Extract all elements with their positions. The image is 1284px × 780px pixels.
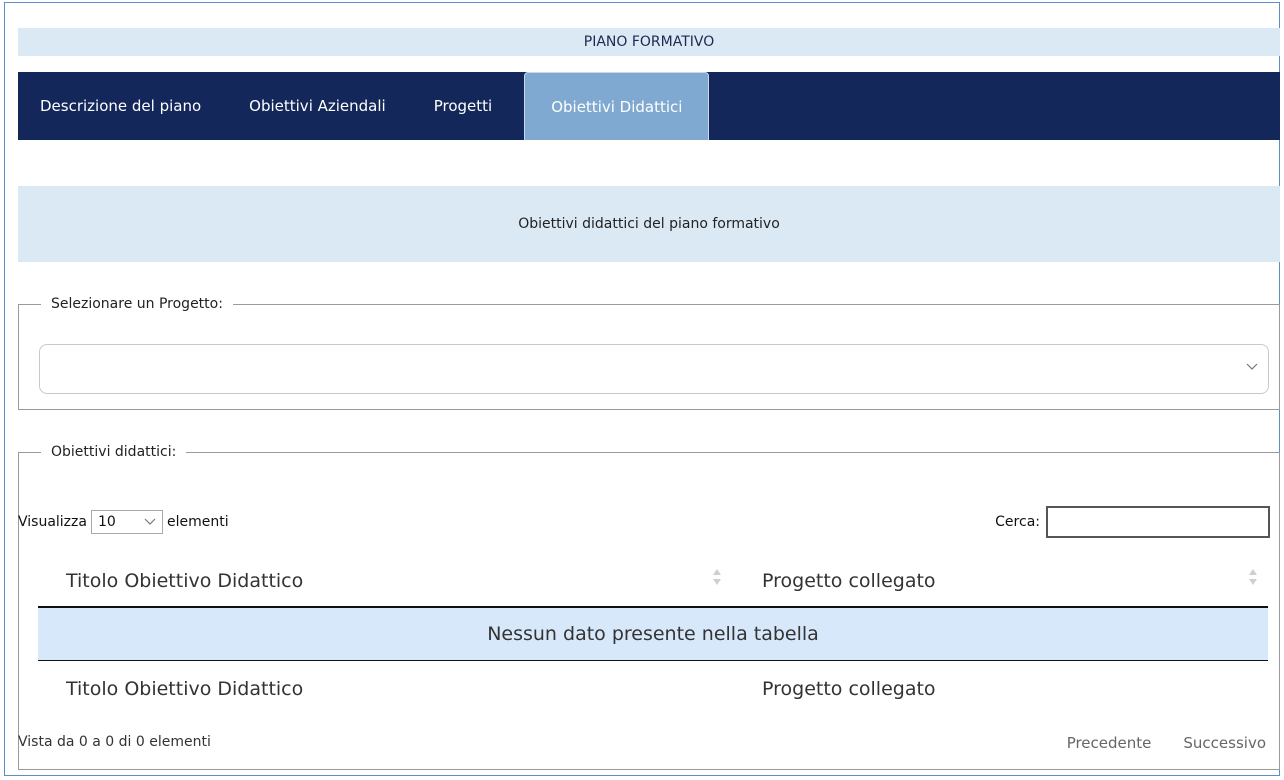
chevron-down-icon: [1246, 359, 1258, 375]
column-header-progetto[interactable]: Progetto collegato: [762, 570, 936, 592]
page-length-prefix: Visualizza: [18, 514, 87, 530]
page-length-suffix: elementi: [166, 514, 229, 530]
table-empty-row: Nessun dato presente nella tabella: [38, 608, 1268, 660]
table-footer-row: Titolo Obiettivo Didattico Progetto coll…: [38, 668, 1268, 714]
table-search: Cerca:: [995, 506, 1270, 538]
table-footer-divider: [38, 660, 1268, 661]
footer-column-titolo: Titolo Obiettivo Didattico: [66, 678, 304, 700]
tab-progetti[interactable]: Progetti: [412, 72, 518, 140]
page-length-select[interactable]: 10: [90, 510, 163, 534]
goals-legend: Obiettivi didattici:: [51, 444, 177, 460]
tab-descrizione-del-piano[interactable]: Descrizione del piano: [18, 72, 227, 140]
tab-bar: Descrizione del piano Obiettivi Aziendal…: [18, 72, 1280, 140]
table-info: Vista da 0 a 0 di 0 elementi: [18, 734, 211, 750]
page-length-control: Visualizza 10 elementi: [18, 510, 229, 534]
pagination: Precedente Successivo: [1067, 734, 1266, 752]
next-button[interactable]: Successivo: [1183, 734, 1266, 752]
chevron-down-icon: [144, 515, 156, 529]
project-legend: Selezionare un Progetto:: [51, 296, 223, 312]
sort-both-icon[interactable]: [1248, 568, 1258, 586]
page-title: PIANO FORMATIVO: [18, 28, 1280, 56]
project-fieldset: Selezionare un Progetto:: [18, 296, 1280, 410]
project-select[interactable]: [39, 344, 1269, 394]
sort-both-icon[interactable]: [712, 568, 722, 586]
tab-obiettivi-aziendali[interactable]: Obiettivi Aziendali: [227, 72, 412, 140]
previous-button[interactable]: Precedente: [1067, 734, 1152, 752]
table-header-row: Titolo Obiettivo Didattico Progetto coll…: [38, 560, 1268, 606]
search-input[interactable]: [1046, 506, 1270, 538]
footer-column-progetto: Progetto collegato: [762, 678, 936, 700]
search-label: Cerca:: [995, 514, 1040, 530]
section-title: Obiettivi didattici del piano formativo: [18, 186, 1280, 262]
tab-obiettivi-didattici[interactable]: Obiettivi Didattici: [524, 72, 710, 140]
column-header-titolo[interactable]: Titolo Obiettivo Didattico: [66, 570, 303, 592]
page-length-value: 10: [97, 514, 116, 530]
